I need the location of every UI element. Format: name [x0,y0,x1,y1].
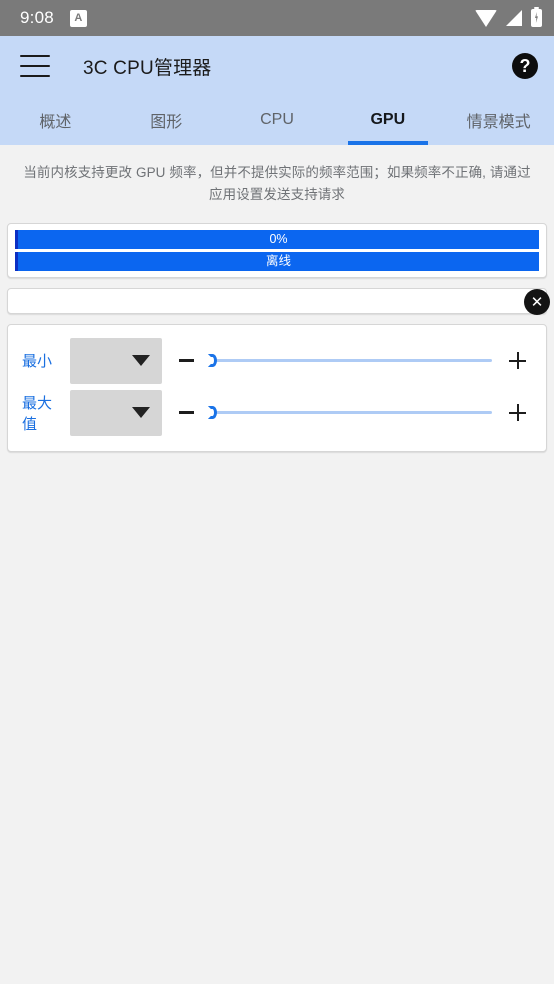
gpu-max-decrease-button[interactable] [170,411,202,415]
page-title: 3C CPU管理器 [83,57,212,79]
hamburger-line [20,65,50,67]
gpu-min-decrease-button[interactable] [170,359,202,363]
gpu-max-label: 最大值 [22,394,53,433]
chevron-down-icon [132,355,150,367]
signal-icon [506,10,522,26]
tab-overview[interactable]: 概述 [0,96,111,145]
tab-graphs[interactable]: 图形 [111,96,222,145]
plus-icon [509,404,526,422]
gpu-frequency-card: 最小 最大值 [7,323,547,452]
plus-icon [509,352,526,370]
help-circle-icon[interactable]: ? [512,53,538,79]
gpu-min-frequency-row: 最小 [8,335,546,387]
status-bar: 9:08 A [0,0,554,36]
gpu-min-increase-button[interactable] [500,347,534,375]
gpu-status-card: 0% 离线 [7,222,547,278]
gpu-max-increase-button[interactable] [500,399,534,427]
gpu-load-bar: 0% [15,229,539,249]
battery-charging-icon [531,7,542,27]
app-bar: 3C CPU管理器 ? [0,36,554,96]
gpu-max-frequency-dropdown[interactable] [70,389,162,436]
gpu-state-bar: 离线 [15,251,539,271]
gpu-max-frequency-row: 最大值 [8,387,546,439]
tab-gpu[interactable]: GPU [332,96,443,145]
status-system-icons [475,7,542,27]
wifi-icon [475,9,497,27]
hamburger-menu-icon[interactable] [20,55,50,77]
hamburger-line [20,75,50,77]
gpu-min-frequency-dropdown[interactable] [70,337,162,384]
gpu-min-frequency-slider[interactable] [208,347,494,375]
hamburger-line [20,55,50,57]
gpu-min-label: 最小 [22,353,53,371]
tab-cpu[interactable]: CPU [222,96,333,145]
gpu-panel: 当前内核支持更改 GPU 频率，但并不提供实际的频率范围；如果频率不正确, 请通… [0,145,554,984]
slider-track [214,411,492,415]
kernel-notice-text: 当前内核支持更改 GPU 频率，但并不提供实际的频率范围；如果频率不正确, 请通… [23,165,531,203]
gpu-info-card-empty [7,287,547,314]
app-notification-icon: A [69,9,87,27]
tab-bar: 概述 图形 CPU GPU 情景模式 [0,96,554,145]
close-icon[interactable]: ✕ [524,289,550,315]
chevron-down-icon [132,407,150,419]
status-time: 9:08 [20,8,54,27]
tab-profiles[interactable]: 情景模式 [443,96,554,145]
minus-icon [178,359,194,363]
slider-thumb[interactable] [208,354,217,368]
slider-track [214,359,492,363]
minus-icon [178,411,194,415]
gpu-max-frequency-slider[interactable] [208,399,494,427]
slider-thumb[interactable] [208,406,217,420]
status-notification-area: A [69,9,87,27]
